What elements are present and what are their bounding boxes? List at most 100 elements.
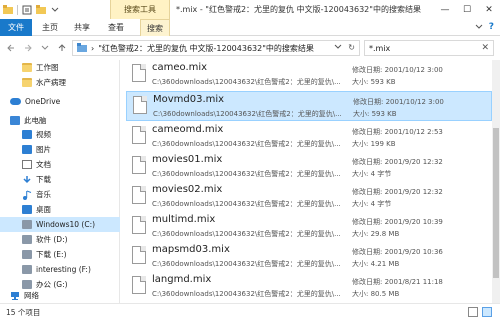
documents-icon xyxy=(22,160,32,169)
title-bar: 搜索工具 *.mix - "红色警戒2：尤里的复仇 中文版-120043632"… xyxy=(0,0,500,19)
help-icon[interactable]: ? xyxy=(489,22,494,32)
folder-icon xyxy=(22,78,32,87)
chevron-down-icon[interactable] xyxy=(334,43,342,52)
file-path: C:\360downloads\120043632\红色警戒2：尤里的复仇\..… xyxy=(152,260,341,268)
file-icon xyxy=(132,276,146,294)
clear-search-button[interactable]: ✕ xyxy=(481,43,489,53)
onedrive-icon xyxy=(10,98,21,105)
file-icon xyxy=(132,64,146,82)
modified-date: 修改日期: 2001/10/12 3:00 xyxy=(352,66,443,74)
nav-item-label: 下载 (E:) xyxy=(36,250,67,259)
file-name: Movmd03.mix xyxy=(153,94,225,105)
context-tab-search-tools: 搜索工具 xyxy=(110,0,170,19)
tab-file[interactable]: 文件 xyxy=(0,19,32,36)
chevron-down-icon[interactable] xyxy=(38,41,52,55)
nav-item-label: 下载 xyxy=(36,175,51,184)
modified-date: 修改日期: 2001/9/20 12:32 xyxy=(352,158,443,166)
forward-arrow-icon[interactable] xyxy=(21,41,35,55)
up-arrow-icon[interactable] xyxy=(55,41,69,55)
tab-view[interactable]: 查看 xyxy=(102,19,130,36)
nav-item-drive-d[interactable]: 软件 (D:) xyxy=(0,232,120,247)
search-input[interactable]: *.mix ✕ xyxy=(364,40,494,56)
nav-item-aquatic-pathology[interactable]: 水产病理 xyxy=(0,75,120,90)
file-path: C:\360downloads\120043632\红色警戒2：尤里的复仇\..… xyxy=(152,230,341,238)
nav-item-work-images[interactable]: 工作图 xyxy=(0,60,120,75)
nav-item-documents[interactable]: 文档 xyxy=(0,157,120,172)
file-icon xyxy=(132,216,146,234)
properties-icon[interactable] xyxy=(22,5,32,15)
window-controls: — ☐ ✕ xyxy=(434,0,500,19)
address-chevron[interactable]: › xyxy=(91,44,94,53)
file-size: 大小: 80.5 MB xyxy=(352,290,400,298)
nav-item-pictures[interactable]: 图片 xyxy=(0,142,120,157)
nav-item-drive-c[interactable]: Windows10 (C:) xyxy=(0,217,120,232)
search-folder-icon xyxy=(77,42,87,54)
file-path: C:\360downloads\120043632\红色警戒2：尤里的复仇\..… xyxy=(152,140,341,148)
nav-item-label: 此电脑 xyxy=(24,116,47,125)
content-view-icon[interactable] xyxy=(482,307,492,317)
drive-icon xyxy=(22,235,32,244)
maximize-button[interactable]: ☐ xyxy=(456,0,478,19)
nav-item-downloads[interactable]: 下载 xyxy=(0,172,120,187)
refresh-icon[interactable]: ↻ xyxy=(348,43,355,52)
file-name: movies01.mix xyxy=(152,154,223,165)
vertical-scrollbar[interactable] xyxy=(492,60,500,303)
list-item[interactable]: langmd.mix C:\360downloads\120043632\红色警… xyxy=(126,272,492,302)
file-path: C:\360downloads\120043632\红色警戒2：尤里的复仇\..… xyxy=(152,170,341,178)
file-size: 大小: 4.21 MB xyxy=(352,260,400,268)
list-item[interactable]: mapsmd03.mix C:\360downloads\120043632\红… xyxy=(126,242,492,272)
nav-item-videos[interactable]: 视频 xyxy=(0,127,120,142)
tab-share[interactable]: 共享 xyxy=(68,19,96,36)
details-view-icon[interactable] xyxy=(468,307,478,317)
back-arrow-icon[interactable] xyxy=(4,41,18,55)
file-size: 大小: 4 字节 xyxy=(352,170,392,178)
close-button[interactable]: ✕ xyxy=(478,0,500,19)
quick-access-toolbar xyxy=(0,0,60,19)
nav-item-this-pc[interactable]: 此电脑 xyxy=(0,113,120,128)
file-icon xyxy=(132,156,146,174)
modified-date: 修改日期: 2001/10/12 3:00 xyxy=(353,98,444,106)
music-icon xyxy=(22,190,32,200)
nav-item-network[interactable]: 网络 xyxy=(0,288,120,303)
list-item[interactable]: cameo.mix C:\360downloads\120043632\红色警戒… xyxy=(126,60,492,90)
list-item[interactable]: movies01.mix C:\360downloads\120043632\红… xyxy=(126,152,492,182)
list-item[interactable]: movies02.mix C:\360downloads\120043632\红… xyxy=(126,182,492,212)
list-item[interactable]: cameomd.mix C:\360downloads\120043632\红色… xyxy=(126,122,492,152)
address-bar[interactable]: › "红色警戒2：尤里的复仇 中文版-120043632"中的搜索结果 ↻ xyxy=(72,40,360,56)
window-title: *.mix - "红色警戒2：尤里的复仇 中文版-120043632"中的搜索结… xyxy=(176,5,421,14)
item-count: 15 个项目 xyxy=(6,307,41,317)
scrollbar-thumb[interactable] xyxy=(493,128,499,278)
file-name: multimd.mix xyxy=(152,214,216,225)
list-item[interactable]: multimd.mix C:\360downloads\120043632\红色… xyxy=(126,212,492,242)
downloads-icon xyxy=(22,175,32,184)
chevron-down-icon[interactable] xyxy=(475,23,483,32)
nav-item-desktop[interactable]: 桌面 xyxy=(0,202,120,217)
file-icon xyxy=(132,186,146,204)
nav-item-drive-f[interactable]: interesting (F:) xyxy=(0,262,120,277)
nav-item-label: 文档 xyxy=(36,160,51,169)
file-name: mapsmd03.mix xyxy=(152,244,230,255)
file-icon xyxy=(132,246,146,264)
nav-item-music[interactable]: 音乐 xyxy=(0,187,120,202)
folder-icon[interactable] xyxy=(3,5,13,15)
nav-item-label: interesting (F:) xyxy=(36,265,91,274)
this-pc-icon xyxy=(10,116,20,125)
minimize-button[interactable]: — xyxy=(434,0,456,19)
nav-buttons xyxy=(4,41,69,55)
navigation-pane: 工作图 水产病理 OneDrive 此电脑 视频 图片 文档 下载 音乐 桌面 … xyxy=(0,60,120,303)
new-folder-icon[interactable] xyxy=(36,5,46,15)
nav-item-drive-e[interactable]: 下载 (E:) xyxy=(0,247,120,262)
tab-home[interactable]: 主页 xyxy=(36,19,64,36)
list-item-selected[interactable]: Movmd03.mix C:\360downloads\120043632\红色… xyxy=(126,91,492,121)
desktop-icon xyxy=(22,205,32,214)
file-path: C:\360downloads\120043632\红色警戒2：尤里的复仇\..… xyxy=(152,290,341,298)
nav-item-onedrive[interactable]: OneDrive xyxy=(0,94,120,109)
nav-item-label: 工作图 xyxy=(36,63,59,72)
nav-item-label: 水产病理 xyxy=(36,78,66,87)
drive-icon xyxy=(22,250,32,259)
chevron-down-icon[interactable] xyxy=(50,5,60,15)
tab-search[interactable]: 搜索 xyxy=(140,19,170,36)
view-switcher xyxy=(468,307,492,317)
file-path: C:\360downloads\120043632\红色警戒2：尤里的复仇\..… xyxy=(153,110,342,118)
file-size: 大小: 29.8 MB xyxy=(352,230,400,238)
